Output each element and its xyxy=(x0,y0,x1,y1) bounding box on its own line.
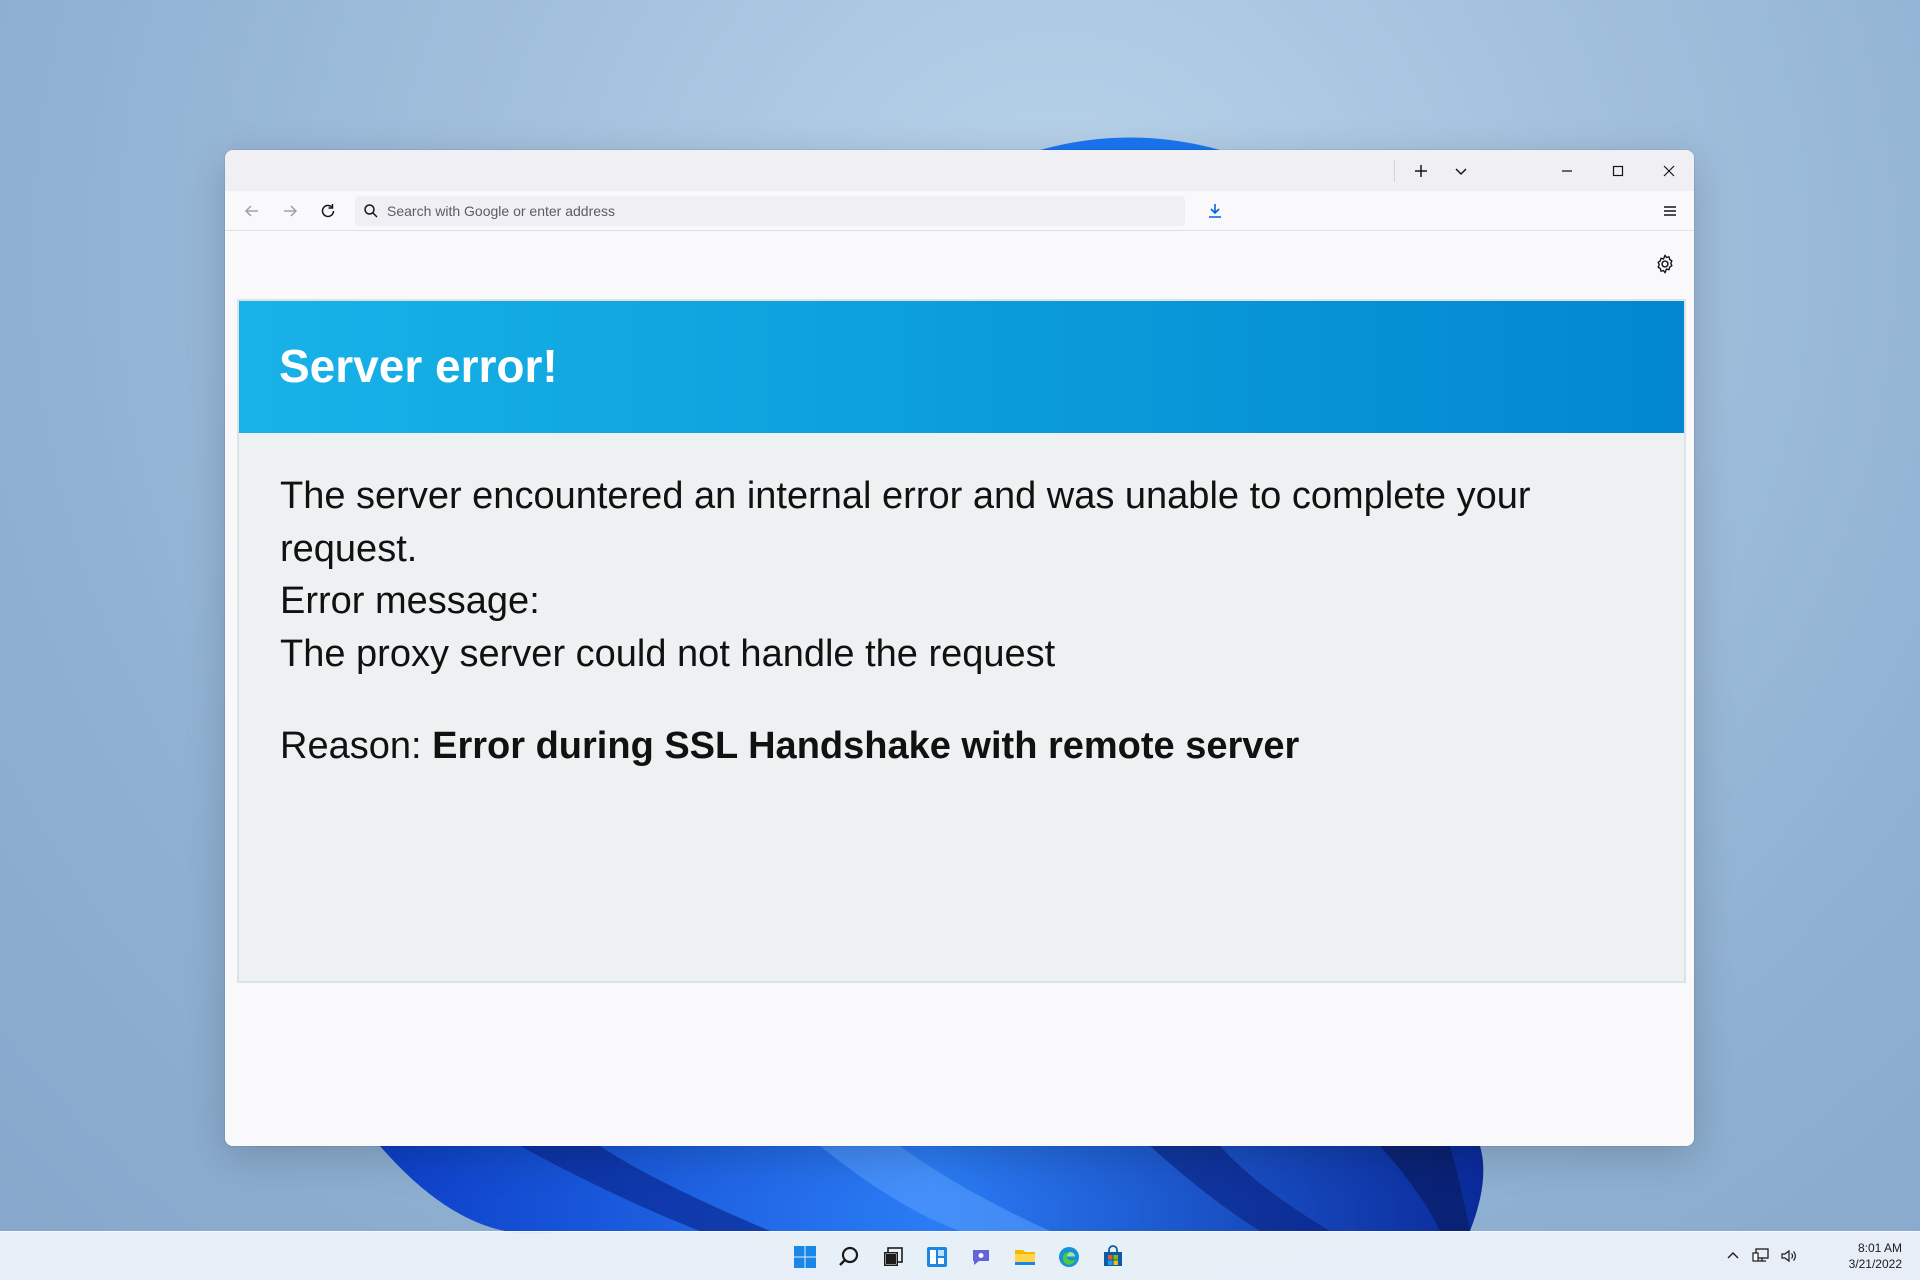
system-tray xyxy=(1724,1244,1798,1268)
minimize-button[interactable] xyxy=(1541,150,1592,191)
edge-button[interactable] xyxy=(1054,1242,1084,1272)
reload-icon xyxy=(321,203,335,217)
volume-icon xyxy=(1781,1249,1796,1263)
downloads-button[interactable] xyxy=(1197,195,1233,227)
error-panel: Server error! The server encountered an … xyxy=(237,299,1686,983)
start-button[interactable] xyxy=(790,1242,820,1272)
plus-icon xyxy=(1415,164,1427,177)
chat-button[interactable] xyxy=(966,1242,996,1272)
download-icon xyxy=(1209,203,1221,218)
search-icon xyxy=(839,1246,859,1266)
error-reason-value: Error during SSL Handshake with remote s… xyxy=(432,725,1300,767)
error-reason-label: Reason: xyxy=(280,725,422,767)
reload-button[interactable] xyxy=(309,195,347,227)
page-content: Server error! The server encountered an … xyxy=(225,231,1694,1146)
maximize-button[interactable] xyxy=(1592,150,1643,191)
gear-icon xyxy=(1657,254,1673,274)
taskbar-pinned-apps xyxy=(790,1242,1128,1272)
store-icon xyxy=(1104,1245,1122,1266)
error-message-label: Error message: xyxy=(280,580,540,622)
clock-date: 3/21/2022 xyxy=(1848,1257,1902,1271)
taskbar-clock[interactable]: 8:01 AM 3/21/2022 xyxy=(1849,1240,1902,1272)
task-view-icon xyxy=(884,1247,903,1266)
forward-arrow-icon xyxy=(284,204,298,217)
error-reason: Reason: Error during SSL Handshake with … xyxy=(280,720,1640,773)
error-description: The server encountered an internal error… xyxy=(280,475,1531,570)
title-bar xyxy=(225,150,1694,191)
store-button[interactable] xyxy=(1098,1242,1128,1272)
task-view-button[interactable] xyxy=(878,1242,908,1272)
close-icon xyxy=(1663,165,1674,176)
taskbar-search-button[interactable] xyxy=(834,1242,864,1272)
address-bar[interactable]: Search with Google or enter address xyxy=(355,195,1185,226)
search-icon xyxy=(364,203,378,218)
hamburger-menu-icon xyxy=(1664,206,1676,216)
error-body: The server encountered an internal error… xyxy=(280,470,1640,773)
error-message-text: The proxy server could not handle the re… xyxy=(280,632,1056,675)
error-header: Server error! xyxy=(239,301,1684,433)
network-icon xyxy=(1752,1248,1769,1262)
chevron-down-icon xyxy=(1455,167,1467,175)
forward-button[interactable] xyxy=(271,195,309,227)
back-button[interactable] xyxy=(233,195,271,227)
settings-button[interactable] xyxy=(1654,253,1676,275)
tab-separator xyxy=(1394,159,1395,182)
taskbar: 8:01 AM 3/21/2022 xyxy=(0,1231,1920,1280)
browser-window: Search with Google or enter address Serv… xyxy=(225,150,1694,1146)
maximize-icon xyxy=(1612,165,1623,176)
clock-time: 8:01 AM xyxy=(1857,1241,1902,1255)
show-hidden-icons-button[interactable] xyxy=(1724,1244,1742,1268)
new-tab-button[interactable] xyxy=(1401,150,1441,191)
chevron-up-icon xyxy=(1727,1252,1739,1259)
app-menu-button[interactable] xyxy=(1654,195,1686,227)
file-explorer-icon xyxy=(1015,1250,1035,1265)
volume-button[interactable] xyxy=(1780,1244,1798,1268)
close-button[interactable] xyxy=(1643,150,1694,191)
widgets-icon xyxy=(927,1247,947,1267)
file-explorer-button[interactable] xyxy=(1010,1242,1040,1272)
list-all-tabs-button[interactable] xyxy=(1441,150,1481,191)
error-title: Server error! xyxy=(279,340,558,392)
minimize-icon xyxy=(1561,169,1572,172)
back-arrow-icon xyxy=(244,204,258,217)
navigation-toolbar: Search with Google or enter address xyxy=(225,191,1694,231)
address-bar-placeholder: Search with Google or enter address xyxy=(387,202,616,219)
chat-icon xyxy=(973,1250,989,1265)
widgets-button[interactable] xyxy=(922,1242,952,1272)
edge-icon xyxy=(1059,1247,1079,1267)
start-icon xyxy=(794,1246,816,1268)
network-button[interactable] xyxy=(1752,1244,1770,1268)
